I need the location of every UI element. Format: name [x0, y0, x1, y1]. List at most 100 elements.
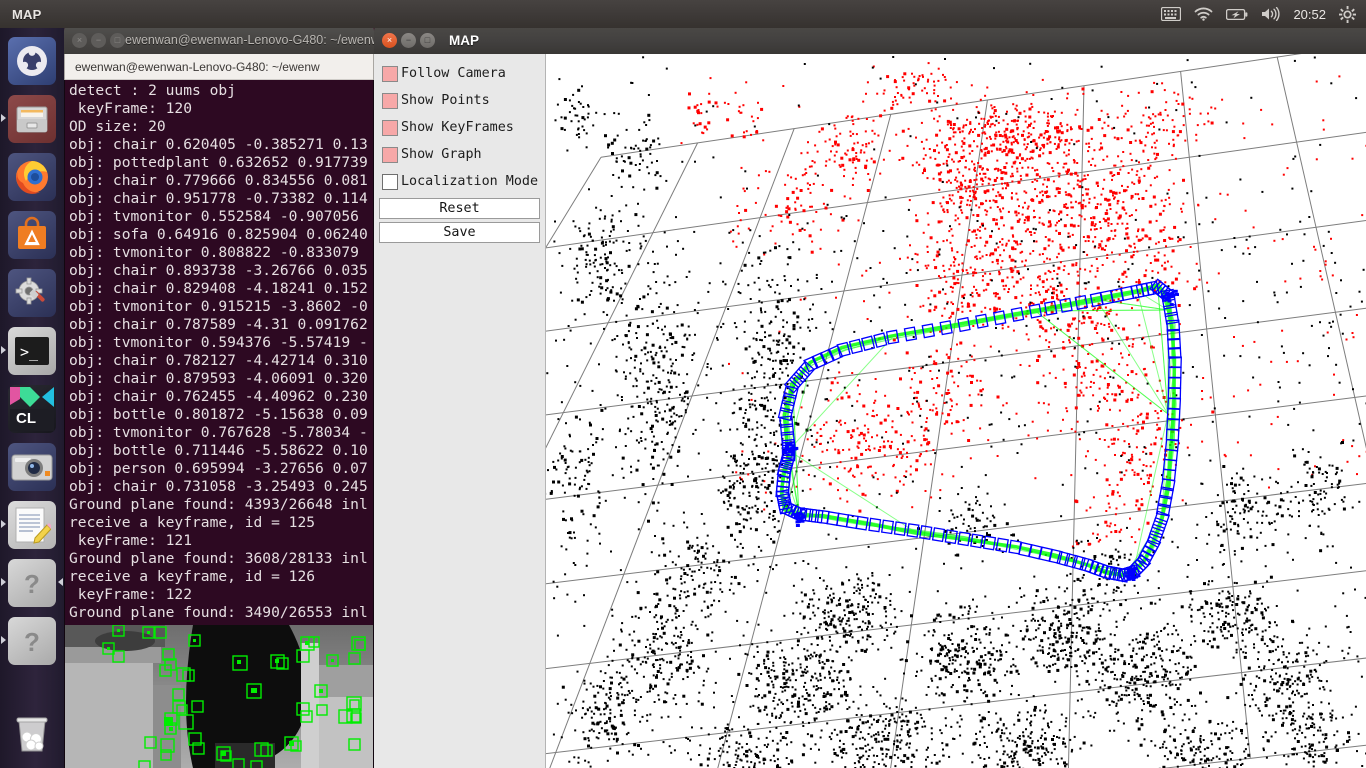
map-content: Follow Camera Show Points Show KeyFrames Sh…	[374, 54, 1366, 768]
terminal-line-list: detect : 2 uums obj keyFrame: 120 OD size…	[67, 82, 373, 622]
launcher-item-unknown-app-2[interactable]: ?	[0, 612, 64, 670]
orb-feature-preview	[65, 625, 373, 768]
terminal-line: obj: chair 0.779666 0.834556 0.081	[69, 172, 368, 189]
svg-text:>_: >_	[20, 343, 39, 361]
close-button[interactable]: ×	[72, 32, 87, 48]
checkbox-row-show-graph[interactable]: Show Graph	[378, 141, 541, 168]
reset-button[interactable]: Reset	[379, 198, 540, 219]
launcher-item-camera[interactable]	[0, 438, 64, 496]
terminal-line: detect : 2 uums obj	[69, 82, 236, 99]
launcher-item-software-center[interactable]	[0, 206, 64, 264]
running-indicator-left	[1, 520, 6, 528]
terminal-line: obj: chair 0.829408 -4.18241 0.152	[69, 280, 368, 297]
terminal-window-title: ewenwan@ewenwan-Lenovo-G480: ~/ewenw	[125, 33, 374, 47]
launcher-item-firefox[interactable]	[0, 148, 64, 206]
checkbox-label: Follow Camera	[401, 66, 506, 81]
running-indicator-left	[1, 636, 6, 644]
terminal-line: obj: tvmonitor 0.808822 -0.833079	[69, 244, 359, 261]
maximize-button[interactable]: □	[420, 32, 435, 48]
terminal-line: Ground plane found: 3490/26553 inl	[69, 604, 368, 621]
map-titlebar[interactable]: × − □ MAP	[374, 26, 1366, 54]
camera-icon	[8, 443, 56, 491]
terminal-tab[interactable]: ewenwan@ewenwan-Lenovo-G480: ~/ewenw	[65, 54, 373, 80]
unity-launcher: >_ CL ? ?	[0, 28, 64, 768]
launcher-item-system-settings[interactable]	[0, 264, 64, 322]
battery-charging-icon[interactable]	[1226, 8, 1248, 21]
panel-app-title[interactable]: MAP	[12, 7, 42, 22]
checkbox-row-show-keyframes[interactable]: Show KeyFrames	[378, 114, 541, 141]
checkbox-label: Show Graph	[401, 147, 482, 162]
launcher-item-trash[interactable]	[0, 704, 64, 762]
terminal-line: obj: tvmonitor 0.552584 -0.907056	[69, 208, 359, 225]
minimize-button[interactable]: −	[91, 32, 106, 48]
terminal-icon: >_	[8, 327, 56, 375]
checkbox-row-show-points[interactable]: Show Points	[378, 87, 541, 114]
launcher-item-unknown-app-1[interactable]: ?	[0, 554, 64, 612]
running-indicator-left	[1, 578, 6, 586]
camera-frame-svg	[65, 625, 373, 768]
close-button[interactable]: ×	[382, 32, 397, 48]
running-indicator-left	[1, 346, 6, 354]
terminal-line: Ground plane found: 3608/28133 inl	[69, 550, 368, 567]
maximize-button[interactable]: □	[110, 32, 125, 48]
clock[interactable]: 20:52	[1293, 7, 1326, 22]
checkbox-checked-icon[interactable]	[382, 65, 398, 82]
terminal-line: obj: chair 0.787589 -4.31 0.091762	[69, 316, 368, 333]
terminal-line: obj: chair 0.782127 -4.42714 0.310	[69, 352, 368, 369]
checkbox-checked-icon[interactable]	[382, 146, 398, 163]
running-indicator-left	[1, 114, 6, 122]
files-icon	[8, 95, 56, 143]
system-settings-icon	[8, 269, 56, 317]
checkbox-label: Show KeyFrames	[401, 120, 514, 135]
map-window-controls: × − □	[382, 32, 435, 48]
map-control-panel: Follow Camera Show Points Show KeyFrames Sh…	[374, 54, 546, 768]
svg-text:CL: CL	[16, 410, 36, 427]
save-button[interactable]: Save	[379, 222, 540, 243]
volume-icon[interactable]	[1261, 7, 1281, 21]
terminal-line: obj: pottedplant 0.632652 0.917739	[69, 154, 368, 171]
terminal-window[interactable]: × − □ ewenwan@ewenwan-Lenovo-G480: ~/ewe…	[64, 26, 374, 768]
terminal-line: obj: chair 0.893738 -3.26766 0.035	[69, 262, 368, 279]
terminal-line: obj: tvmonitor 0.915215 -3.8602 -0	[69, 298, 368, 315]
terminal-line: receive a keyframe, id = 126	[69, 568, 316, 585]
unknown-app-icon: ?	[8, 559, 56, 607]
checkbox-checked-icon[interactable]	[382, 92, 398, 109]
terminal-line: keyFrame: 120	[69, 100, 193, 117]
launcher-item-text-editor[interactable]	[0, 496, 64, 554]
wifi-icon[interactable]	[1194, 7, 1213, 21]
terminal-line: obj: chair 0.951778 -0.73382 0.114	[69, 190, 368, 207]
checkbox-label: Localization Mode	[401, 174, 539, 189]
checkbox-row-follow-camera[interactable]: Follow Camera	[378, 60, 541, 87]
map-render-svg	[546, 54, 1366, 768]
checkbox-checked-icon[interactable]	[382, 119, 398, 136]
clion-icon: CL	[8, 385, 56, 433]
svg-text:?: ?	[24, 627, 40, 657]
gear-icon[interactable]	[1339, 5, 1356, 23]
screen: MAP 20:52 >_ CL ? ? × − □ ewenwan@ewenwa…	[0, 0, 1366, 768]
unknown-app-icon: ?	[8, 617, 56, 665]
focused-indicator-right	[58, 578, 63, 586]
terminal-line: Ground plane found: 4393/26648 inl	[69, 496, 368, 513]
keyboard-icon[interactable]	[1161, 7, 1182, 21]
top-panel: MAP 20:52	[0, 0, 1366, 28]
terminal-window-controls: × − □	[72, 32, 125, 48]
checkbox-unchecked-icon[interactable]	[382, 173, 398, 190]
launcher-item-ubuntu-dash[interactable]	[0, 32, 64, 90]
trash-icon	[8, 709, 56, 757]
checkbox-list: Follow Camera Show Points Show KeyFrames Sh…	[378, 60, 541, 195]
svg-text:?: ?	[24, 569, 40, 599]
terminal-output[interactable]: detect : 2 uums obj keyFrame: 120 OD size…	[64, 80, 374, 768]
launcher-item-clion[interactable]: CL	[0, 380, 64, 438]
terminal-line: obj: tvmonitor 0.594376 -5.57419 -	[69, 334, 368, 351]
terminal-titlebar[interactable]: × − □ ewenwan@ewenwan-Lenovo-G480: ~/ewe…	[64, 26, 374, 54]
terminal-line: obj: bottle 0.711446 -5.58622 0.10	[69, 442, 368, 459]
map-window[interactable]: × − □ MAP Follow Camera Show Points Show K…	[374, 26, 1366, 768]
minimize-button[interactable]: −	[401, 32, 416, 48]
terminal-line: obj: tvmonitor 0.767628 -5.78034 -	[69, 424, 368, 441]
launcher-item-terminal[interactable]: >_	[0, 322, 64, 380]
terminal-line: obj: sofa 0.64916 0.825904 0.06240	[69, 226, 368, 243]
checkbox-row-localization-mode[interactable]: Localization Mode	[378, 168, 541, 195]
firefox-icon	[8, 153, 56, 201]
slam-map-viewport[interactable]	[546, 54, 1366, 768]
launcher-item-files[interactable]	[0, 90, 64, 148]
